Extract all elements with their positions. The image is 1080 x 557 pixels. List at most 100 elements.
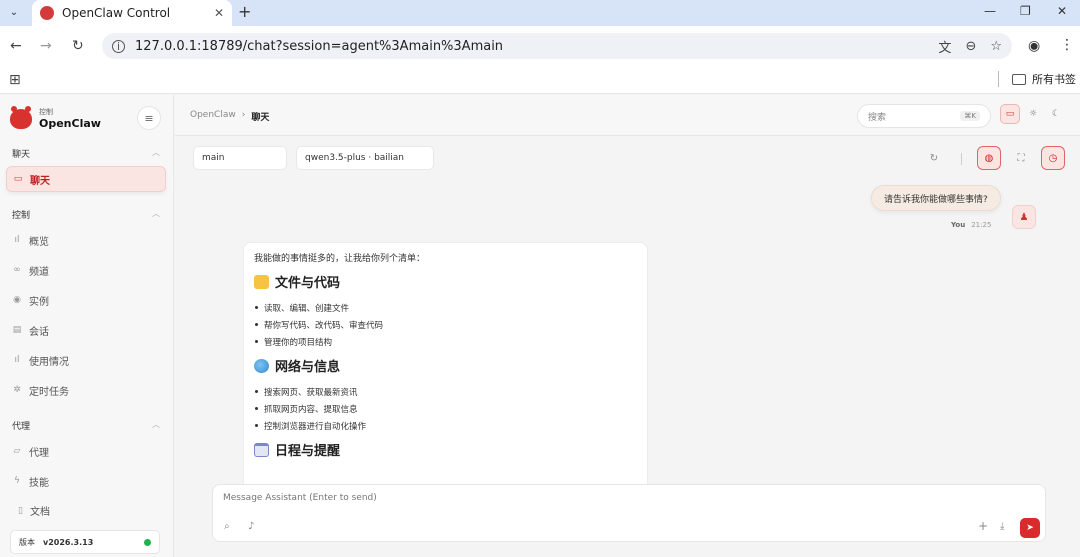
message-time: 21:25: [971, 221, 992, 229]
status-dot: [144, 538, 151, 546]
sidebar-item-label: 概览: [29, 236, 49, 248]
breadcrumb-separator: ›: [241, 110, 246, 120]
section-label: 代理: [12, 422, 31, 432]
section-heading-text: 网络与信息: [275, 360, 341, 375]
restore-icon[interactable]: ❐: [1020, 4, 1031, 18]
bar-chart-icon: ıl: [14, 355, 20, 365]
all-bookmarks-folder[interactable]: 所有书签: [1012, 71, 1076, 87]
sidebar-item-channels[interactable]: ∞ 频道: [12, 259, 162, 281]
brand: 控制 OpenClaw: [10, 105, 101, 130]
sidebar-item-chat[interactable]: ▭ 聊天: [6, 166, 166, 192]
theme-switcher: ▭ ☼ ☾: [1000, 104, 1066, 124]
list-item: 管理你的项目结构: [254, 333, 637, 350]
sidebar-item-docs[interactable]: ▯ 文档: [18, 503, 50, 519]
brain-toggle-icon[interactable]: ◍: [977, 146, 1001, 170]
apps-grid-icon[interactable]: ⊞: [9, 72, 21, 88]
version-label: 版本: [19, 537, 35, 547]
sidebar-item-skills[interactable]: ϟ 技能: [12, 470, 162, 492]
forward-arrow-icon[interactable]: →: [40, 38, 52, 54]
toolbar-separator: [961, 153, 962, 165]
moon-theme-icon[interactable]: ☾: [1046, 104, 1066, 124]
message-input[interactable]: [223, 493, 923, 503]
sun-theme-icon[interactable]: ☼: [1023, 104, 1043, 124]
brand-name: OpenClaw: [39, 117, 101, 130]
search-input[interactable]: 搜索 ⌘K: [857, 104, 991, 128]
new-tab-plus-icon[interactable]: +: [238, 2, 251, 21]
tab-search-chevron-icon[interactable]: ⌄: [5, 3, 23, 21]
section-heading-text: 文件与代码: [275, 276, 341, 291]
section-agent-title[interactable]: 代理 ︿: [12, 419, 160, 432]
profile-icon[interactable]: ◉: [1028, 38, 1040, 54]
user-avatar-icon: ♟: [1012, 205, 1036, 229]
session-select[interactable]: main: [193, 146, 287, 170]
sidebar-item-cron[interactable]: ✲ 定时任务: [12, 379, 162, 401]
book-icon: ▯: [18, 505, 23, 516]
app-topbar: OpenClaw › 聊天 搜索 ⌘K ▭ ☼ ☾: [175, 95, 1080, 136]
zoom-icon[interactable]: ⊖: [965, 39, 976, 54]
address-bar[interactable]: i 127.0.0.1:18789/chat?session=agent%3Am…: [102, 33, 1012, 59]
capability-list: 读取、编辑、创建文件 帮你写代码、改代码、审查代码 管理你的项目结构: [254, 299, 637, 350]
monitor-theme-icon[interactable]: ▭: [1000, 104, 1020, 124]
assistant-intro: 我能做的事情挺多的，让我给你列个清单：: [254, 254, 426, 264]
folder-icon: ▱: [13, 446, 21, 456]
paperclip-icon[interactable]: ⌕: [224, 521, 230, 532]
section-chat-title[interactable]: 聊天 ︿: [12, 147, 160, 160]
reload-icon[interactable]: ↻: [72, 38, 84, 54]
chevron-up-icon: ︿: [152, 209, 160, 218]
search-shortcut: ⌘K: [960, 111, 980, 121]
sidebar-toggle-menu-icon[interactable]: ≡: [137, 106, 161, 130]
list-item: 搜索网页、获取最新资讯: [254, 383, 637, 400]
list-item: 帮你写代码、改代码、审查代码: [254, 316, 637, 333]
more-menu-icon[interactable]: ⋮: [1060, 37, 1074, 53]
sidebar-item-overview[interactable]: ıl 概览: [12, 229, 162, 251]
refresh-icon[interactable]: ↻: [922, 146, 946, 170]
back-arrow-icon[interactable]: ←: [10, 38, 22, 54]
model-select[interactable]: qwen3.5-plus · bailian: [296, 146, 434, 170]
version-indicator: 版本 v2026.3.13: [10, 530, 160, 554]
openclaw-logo-icon: [10, 105, 32, 129]
bookmark-star-icon[interactable]: ☆: [990, 39, 1002, 54]
translate-icon[interactable]: 文: [938, 37, 951, 56]
sidebar-item-label: 定时任务: [29, 386, 69, 398]
sidebar-item-usage[interactable]: ıl 使用情况: [12, 349, 162, 371]
site-info-icon[interactable]: i: [112, 39, 125, 53]
openclaw-favicon-icon: [40, 6, 54, 20]
breadcrumb-root[interactable]: OpenClaw: [190, 110, 236, 123]
send-icon[interactable]: ➤: [1020, 518, 1040, 538]
history-clock-icon[interactable]: ◷: [1041, 146, 1065, 170]
browser-tab[interactable]: OpenClaw Control ✕: [32, 0, 232, 26]
sidebar-item-agents[interactable]: ▱ 代理: [12, 440, 162, 462]
sidebar-item-instances[interactable]: ◉ 实例: [12, 289, 162, 311]
user-message-bubble: 请告诉我你能做哪些事情?: [871, 185, 1001, 211]
folder-emoji-icon: [254, 274, 269, 289]
bookmark-separator: [998, 71, 999, 87]
section-control-title[interactable]: 控制 ︿: [12, 208, 160, 221]
sidebar-item-label: 会话: [29, 326, 49, 338]
breadcrumb: OpenClaw › 聊天: [190, 110, 269, 123]
microphone-icon[interactable]: ♪: [248, 521, 254, 532]
tab-title: OpenClaw Control: [62, 6, 171, 20]
assistant-message: 我能做的事情挺多的，让我给你列个清单： 文件与代码 读取、编辑、创建文件 帮你写…: [243, 242, 648, 492]
sidebar-item-sessions[interactable]: ▤ 会话: [12, 319, 162, 341]
sidebar-item-label: 代理: [29, 447, 49, 459]
assistant-section-heading: 日程与提醒: [254, 440, 637, 459]
radio-icon: ◉: [13, 295, 21, 305]
tab-close-icon[interactable]: ✕: [214, 6, 224, 20]
sidebar-item-label: 频道: [29, 266, 49, 278]
user-message-meta: You 21:25: [951, 221, 991, 229]
section-label: 聊天: [12, 150, 31, 160]
minimize-icon[interactable]: —: [984, 4, 996, 18]
sender-name: You: [951, 221, 966, 229]
sidebar-item-label: 使用情况: [29, 356, 69, 368]
list-item: 读取、编辑、创建文件: [254, 299, 637, 316]
chevron-up-icon: ︿: [152, 420, 160, 429]
new-chat-plus-icon[interactable]: +: [978, 519, 988, 533]
brand-subtitle: 控制: [39, 108, 53, 116]
list-item: 抓取网页内容、提取信息: [254, 400, 637, 417]
message-icon: ▭: [13, 174, 23, 184]
sidebar-item-label: 聊天: [30, 175, 50, 187]
window-close-icon[interactable]: ✕: [1057, 4, 1067, 18]
download-icon[interactable]: ⤓: [1000, 521, 1004, 532]
calendar-emoji-icon: [254, 442, 269, 457]
focus-mode-icon[interactable]: ⛶: [1009, 146, 1033, 170]
